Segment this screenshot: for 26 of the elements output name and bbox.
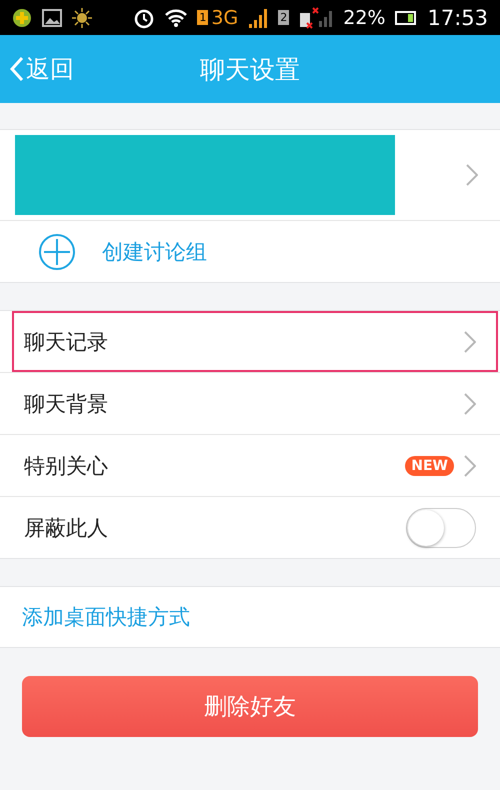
- clock: 17:53: [427, 6, 488, 30]
- chevron-icon: [464, 454, 476, 476]
- chevron-icon: [464, 392, 476, 414]
- plus-circle-icon: [38, 232, 76, 270]
- toggle-switch[interactable]: [406, 508, 476, 548]
- app-icon: [12, 8, 32, 28]
- wifi-icon: [165, 8, 188, 28]
- no-sim-signal-icon: [299, 6, 334, 28]
- setting-label[interactable]: 聊天记录: [24, 328, 464, 356]
- page-title: 聊天设置: [200, 54, 300, 86]
- image-icon: [42, 8, 62, 26]
- setting-label[interactable]: 特别关心: [24, 452, 406, 480]
- chevron-icon: [464, 330, 476, 352]
- new-badge: NEW: [405, 456, 454, 476]
- sim-label: 2: [278, 10, 290, 25]
- chevron-icon: [466, 164, 478, 186]
- setting-label[interactable]: 屏蔽此人: [24, 514, 406, 542]
- sun-icon: [72, 8, 92, 28]
- create-group-label: 创建讨论组: [102, 238, 207, 266]
- battery-icon: [395, 10, 418, 24]
- back-chevron-icon: [10, 56, 24, 82]
- setting-label[interactable]: 聊天背景: [24, 390, 464, 418]
- network-label: 3G: [211, 6, 238, 28]
- signal-icon: [248, 8, 268, 28]
- sim-label: 1: [197, 10, 208, 25]
- battery-level: 22%: [343, 6, 386, 28]
